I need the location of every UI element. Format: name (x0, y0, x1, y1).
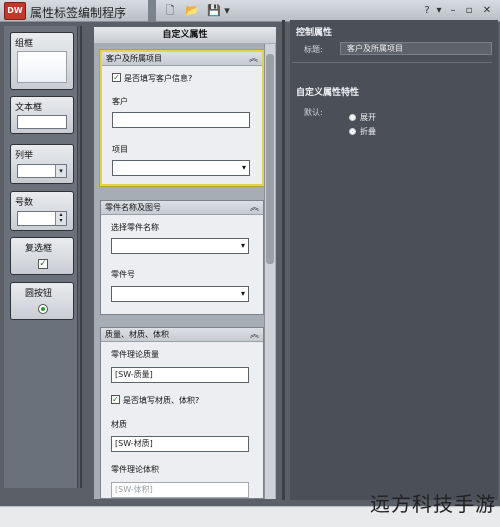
group-mass-material-volume-title: 质量、材质、体积 (105, 330, 169, 339)
project-label: 项目 (112, 145, 128, 154)
toolbox-group-box[interactable]: 组框 (10, 32, 74, 90)
toolbox-radio-button-label: 圆按钮 (25, 289, 53, 299)
customer-input[interactable] (112, 112, 250, 128)
toolbox-divider (80, 26, 82, 488)
group-box-preview (17, 51, 67, 83)
collapse-chevron-icon[interactable]: ︽ (250, 328, 259, 342)
toolbox-group-box-label: 组框 (15, 39, 34, 49)
app-logo: DW (4, 2, 26, 20)
material-label: 材质 (111, 420, 127, 429)
group-customer-project[interactable]: 客户及所属项目 ︽ ✓ 是否填写客户信息? 客户 项目 ▾ (100, 50, 264, 186)
group-customer-project-header[interactable]: 客户及所属项目 ︽ (102, 52, 262, 66)
material-volume-checkbox-label: 是否填写材质、体积? (123, 396, 200, 405)
customer-label: 客户 (112, 97, 128, 106)
toolbox-list-label: 列举 (15, 151, 34, 161)
chevron-down-icon[interactable]: ▾ (241, 239, 245, 253)
number-preview: ▴ ▾ (17, 211, 67, 226)
chevron-down-icon[interactable]: ▾ (241, 287, 245, 301)
list-preview: ▾ (17, 164, 67, 178)
default-label: 默认: (304, 108, 323, 117)
minimize-icon[interactable]: – (446, 4, 460, 18)
part-name-select[interactable]: ▾ (111, 238, 249, 254)
part-name-label: 选择零件名称 (111, 223, 159, 232)
control-properties-title: 控制属性 (296, 28, 333, 38)
spinner-icon: ▴ ▾ (55, 212, 66, 225)
properties-panel: 控制属性 标题: 客户及所属项目 自定义属性特性 默认: 展开 折叠 (290, 20, 498, 500)
chevron-down-icon[interactable]: ▾ (242, 161, 246, 175)
close-icon[interactable]: ✕ (480, 4, 494, 18)
toolbox-text-box-label: 文本框 (15, 103, 43, 113)
toolbox-radio-button[interactable]: 圆按钮 (10, 282, 74, 320)
toolbox-list[interactable]: 列举 ▾ (10, 144, 74, 184)
group-part-name-title: 零件名称及图号 (105, 203, 161, 212)
volume-label: 零件理论体积 (111, 465, 159, 474)
form-header: 自定义属性 (94, 27, 276, 43)
save-icon[interactable]: 💾 (206, 3, 222, 19)
open-folder-icon[interactable]: 📂 (184, 3, 200, 19)
app-window: DW 属性标签编制程序 🗋 📂 💾 ▾ ? ▾ – ▫ ✕ 组框 文本框 列举 … (0, 0, 500, 527)
volume-input[interactable]: [SW-体积] (111, 482, 249, 498)
expand-radio[interactable] (349, 114, 356, 121)
watermark-text: 远方科技手游 (370, 492, 496, 516)
list-chevron-down-icon: ▾ (55, 165, 66, 177)
toolbox-number[interactable]: 号数 ▴ ▾ (10, 191, 74, 231)
text-box-preview (17, 115, 67, 129)
collapse-chevron-icon[interactable]: ︽ (249, 52, 258, 66)
toolbox-number-label: 号数 (15, 198, 34, 208)
mass-label: 零件理论质量 (111, 350, 159, 359)
group-part-name[interactable]: 零件名称及图号 ︽ 选择零件名称 ▾ 零件号 ▾ (100, 200, 264, 315)
material-input[interactable]: [SW-材质] (111, 436, 249, 452)
title-tab-divider (148, 0, 156, 22)
app-title: 属性标签编制程序 (30, 6, 127, 20)
collapse-radio-label: 折叠 (360, 127, 376, 136)
toolbox: 组框 文本框 列举 ▾ 号数 ▴ ▾ 复选框 ✓ 圆按钮 (4, 26, 78, 488)
dropdown-arrow-icon[interactable]: ▾ (222, 3, 232, 19)
group-part-name-header[interactable]: 零件名称及图号 ︽ (101, 201, 263, 215)
expand-radio-label: 展开 (360, 113, 376, 122)
material-volume-checkbox[interactable]: ✓ (111, 395, 120, 404)
panel-divider (282, 20, 285, 500)
group-customer-project-title: 客户及所属项目 (106, 54, 162, 63)
group-mass-material-volume-header[interactable]: 质量、材质、体积 ︽ (101, 328, 263, 342)
group-mass-material-volume[interactable]: 质量、材质、体积 ︽ 零件理论质量 [SW-质量] ✓ 是否填写材质、体积? 材… (100, 327, 264, 499)
toolbox-checkbox[interactable]: 复选框 ✓ (10, 237, 74, 275)
customer-info-checkbox[interactable]: ✓ (112, 73, 121, 82)
project-select[interactable]: ▾ (112, 160, 250, 176)
collapse-chevron-icon[interactable]: ︽ (250, 201, 259, 215)
form-scrollbar[interactable] (264, 44, 275, 499)
checkbox-preview-icon: ✓ (38, 259, 48, 269)
form-designer-panel: 自定义属性 客户及所属项目 ︽ ✓ 是否填写客户信息? 客户 项目 ▾ 零件名称… (93, 26, 277, 500)
title-property-input[interactable]: 客户及所属项目 (340, 42, 492, 55)
scrollbar-thumb[interactable] (266, 54, 274, 264)
help-dropdown-icon[interactable]: ▾ (432, 4, 446, 18)
section-divider (292, 62, 492, 63)
customer-info-checkbox-label: 是否填写客户信息? (124, 74, 193, 83)
toolbox-text-box[interactable]: 文本框 (10, 96, 74, 134)
toolbox-checkbox-label: 复选框 (25, 244, 53, 254)
custom-properties-title: 自定义属性特性 (296, 88, 360, 98)
mass-input[interactable]: [SW-质量] (111, 367, 249, 383)
title-bar: DW 属性标签编制程序 🗋 📂 💾 ▾ ? ▾ – ▫ ✕ (0, 0, 500, 22)
restore-icon[interactable]: ▫ (462, 4, 476, 18)
collapse-radio[interactable] (349, 128, 356, 135)
radio-preview-icon (38, 304, 48, 314)
part-number-label: 零件号 (111, 270, 135, 279)
part-number-select[interactable]: ▾ (111, 286, 249, 302)
title-property-label: 标题: (304, 45, 323, 54)
new-file-icon[interactable]: 🗋 (162, 3, 178, 19)
